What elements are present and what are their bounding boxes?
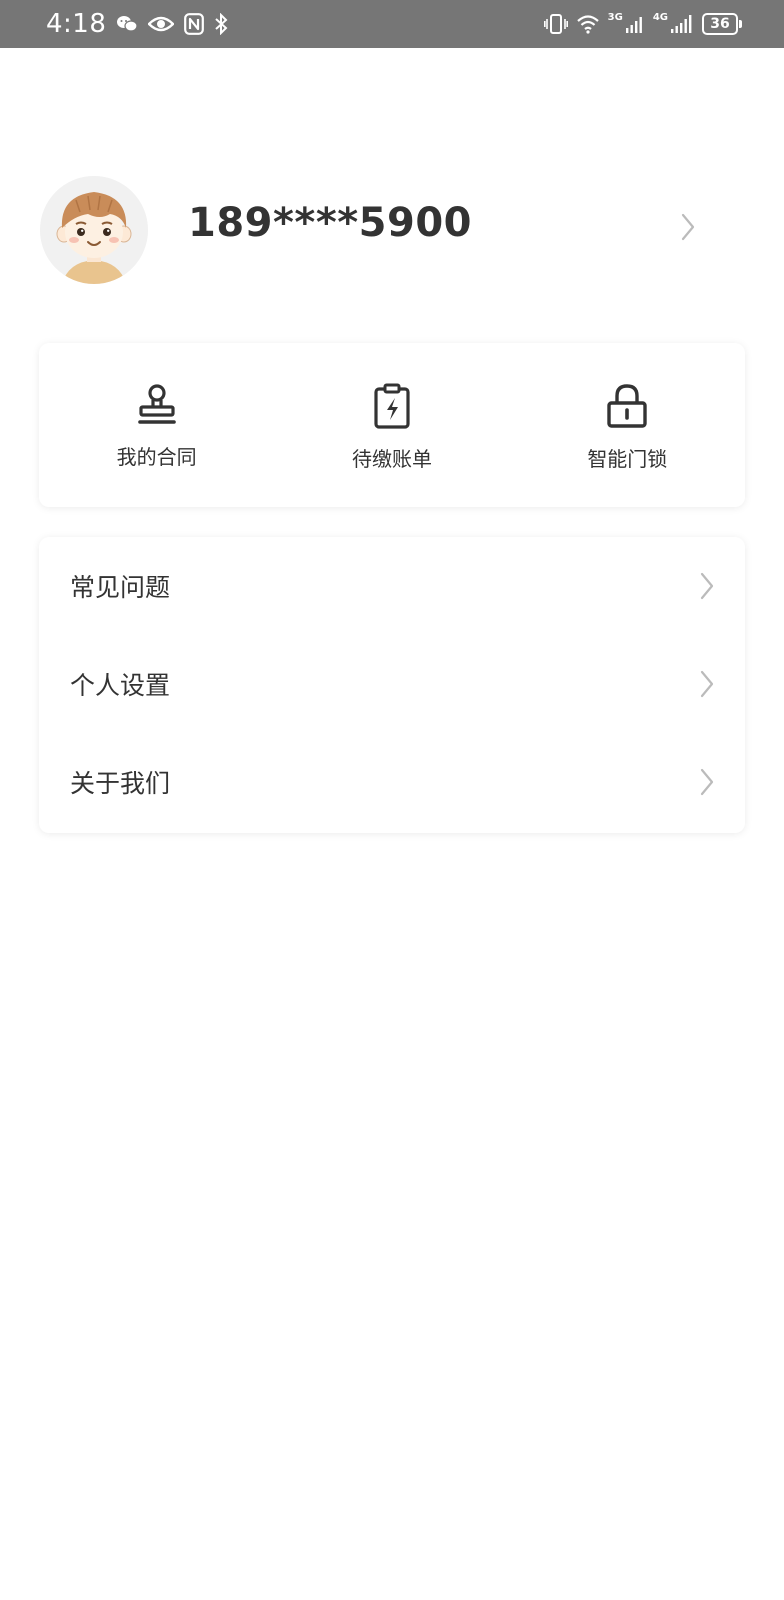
profile-header[interactable]: 189****5900 — [40, 176, 744, 284]
shortcut-label: 我的合同 — [116, 445, 197, 469]
menu-card: 常见问题 个人设置 关于我们 — [39, 537, 745, 833]
wechat-icon — [116, 14, 138, 34]
menu-item-about-us[interactable]: 关于我们 — [39, 733, 745, 831]
menu-item-faq[interactable]: 常见问题 — [39, 537, 745, 635]
signal-3g-icon — [625, 14, 645, 34]
lock-icon — [606, 383, 648, 429]
stamp-icon — [137, 383, 177, 427]
chevron-right-icon[interactable] — [680, 212, 696, 246]
net-3g-label: 3G — [607, 11, 623, 23]
status-left: 4:18 — [46, 0, 228, 48]
status-bar: 4:18 3G 4G 36 — [0, 0, 784, 48]
shortcut-label: 智能门锁 — [587, 447, 668, 471]
net-4g-label: 4G — [652, 11, 668, 23]
clipboard-lightning-icon — [372, 383, 412, 429]
chevron-right-icon — [699, 669, 715, 703]
shortcut-smart-lock[interactable]: 智能门锁 — [510, 343, 745, 507]
avatar[interactable] — [40, 176, 148, 284]
shortcut-label: 待缴账单 — [351, 447, 432, 471]
vibrate-icon — [543, 13, 568, 35]
battery-icon: 36 — [702, 13, 742, 35]
cartoon-avatar-icon — [40, 176, 148, 284]
menu-item-label: 个人设置 — [70, 671, 171, 700]
status-time: 4:18 — [46, 9, 107, 39]
menu-item-label: 常见问题 — [70, 573, 171, 602]
shortcut-pending-bills[interactable]: 待缴账单 — [274, 343, 509, 507]
status-right: 3G 4G 36 — [543, 0, 742, 48]
user-phone: 189****5900 — [188, 200, 472, 246]
chevron-right-icon — [699, 571, 715, 605]
shortcut-card: 我的合同 待缴账单 智能门锁 — [39, 343, 745, 507]
battery-level: 36 — [710, 16, 730, 32]
menu-item-label: 关于我们 — [70, 769, 171, 798]
signal-4g-icon — [670, 14, 694, 34]
shortcut-my-contract[interactable]: 我的合同 — [39, 343, 274, 507]
chevron-right-icon — [699, 767, 715, 801]
bluetooth-icon — [214, 13, 228, 35]
eye-icon — [148, 15, 175, 33]
wifi-icon — [576, 14, 600, 34]
nfc-icon — [184, 13, 205, 35]
menu-item-personal-settings[interactable]: 个人设置 — [39, 635, 745, 733]
